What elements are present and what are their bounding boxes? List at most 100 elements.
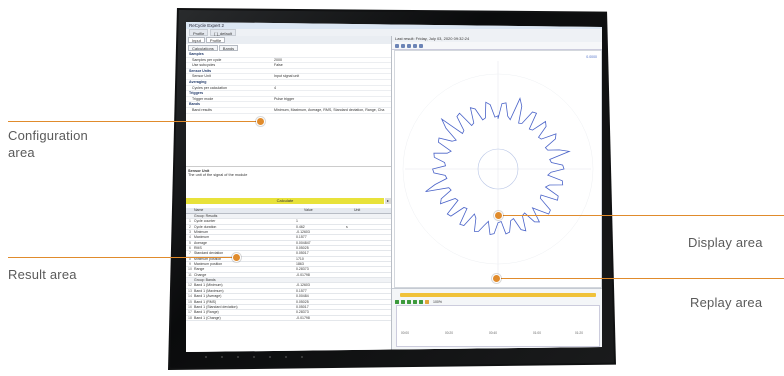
result-cell-nm: Group: Bands (194, 278, 216, 283)
config-key: Sensor Units (189, 68, 212, 73)
configuration-grid: Samples Samples per cycle 2000 Use subcycle… (186, 52, 391, 152)
result-cell-un (346, 273, 391, 277)
polar-display[interactable]: 0.0000 (394, 50, 602, 288)
result-cell-nm: Band 1 (Minimum) (194, 283, 223, 288)
replay-progress-bar[interactable] (400, 293, 596, 297)
result-cell-nm: Standard deviation (194, 251, 224, 256)
config-value[interactable] (271, 69, 391, 74)
result-cell-vl: 1710 (296, 256, 304, 261)
result-cell-vl: 1 (296, 219, 298, 224)
step-back-icon[interactable] (401, 300, 405, 304)
cursor-icon[interactable] (407, 43, 411, 48)
tab-bands[interactable]: Bands (218, 45, 239, 51)
step-forward-icon[interactable] (413, 300, 417, 304)
result-cell-vl: 0.28373 (296, 310, 309, 315)
col-name[interactable]: Name (186, 208, 304, 213)
config-value[interactable]: 2000 (274, 58, 391, 63)
config-row[interactable]: Band results Minimum, Maximum, Average, R… (186, 108, 391, 114)
result-cell-un (346, 241, 391, 245)
config-key: Samples (189, 52, 204, 56)
tab-calculations[interactable]: Calculations (188, 45, 218, 51)
result-cell-n: 14 (188, 294, 192, 299)
hint-text: The unit of the signal of the module (188, 173, 248, 177)
export-icon[interactable] (419, 43, 423, 48)
calculate-button[interactable]: Calculate (186, 198, 384, 204)
result-cell-n: 11 (188, 272, 192, 277)
timeline-tick: 01:20 (575, 331, 583, 335)
calculate-menu-button[interactable]: ▸ (385, 198, 391, 204)
config-value[interactable]: False (274, 63, 391, 68)
settings-icon[interactable] (413, 43, 417, 48)
config-key: Trigger mode (192, 96, 214, 101)
result-cell-un (346, 230, 391, 234)
play-icon[interactable] (407, 300, 411, 304)
config-value[interactable] (271, 91, 391, 96)
config-value[interactable] (271, 102, 391, 107)
result-cell-vl: 0.1577 (296, 235, 307, 240)
result-cell-nm: Maximum position (194, 262, 223, 267)
result-cell-un (346, 316, 391, 320)
result-cell-n: 15 (188, 299, 192, 304)
configuration-area-label: Configuration area (8, 127, 88, 161)
tab-input[interactable]: Input (188, 37, 205, 43)
timeline-tick: 00:40 (489, 331, 497, 335)
zoom-icon[interactable] (395, 43, 399, 48)
result-cell-vl: 0.05025 (296, 299, 309, 304)
config-key: Averaging (189, 79, 207, 84)
result-cell-un (346, 246, 391, 250)
menu-profile-name[interactable]: [ ]_default (210, 29, 236, 36)
config-value[interactable]: Input signal unit (274, 74, 391, 79)
display-corner-value: 0.0000 (586, 55, 597, 59)
config-key: Sensor Unit (192, 74, 211, 79)
last-frame-icon[interactable] (419, 300, 423, 304)
config-value[interactable]: Minimum, Maximum, Average, RMS, Standard… (274, 108, 391, 113)
result-cell-un (346, 289, 391, 293)
result-cell-un (346, 283, 391, 287)
result-cell-vl (296, 278, 346, 282)
tab-profile[interactable]: Profile (205, 37, 226, 43)
display-toolbar (392, 42, 602, 50)
config-value[interactable]: 4 (274, 86, 391, 91)
result-cell-nm: Cycle counter (194, 219, 216, 224)
config-value[interactable] (271, 52, 391, 57)
result-cell-un (346, 257, 391, 261)
config-value[interactable]: Pulse trigger (274, 97, 391, 102)
result-cell-un (346, 235, 391, 239)
sub-tabs: Calculations Bands (186, 44, 391, 52)
result-cell-nm: Maximum (194, 235, 210, 240)
replay-timeline[interactable]: 00:00 00:20 00:40 01:00 01:20 (396, 305, 600, 347)
result-cell-n: 10 (188, 267, 192, 272)
replay-area-label: Replay area (690, 295, 763, 310)
result-cell-vl: 0.05025 (296, 246, 309, 251)
display-marker (494, 211, 503, 220)
result-cell-vl (296, 214, 346, 218)
config-value[interactable] (271, 80, 391, 85)
right-pane: Last result: Friday, July 03, 2020 09:32… (392, 36, 602, 352)
result-cell-nm: Change (194, 272, 207, 277)
col-value[interactable]: Value (304, 208, 354, 213)
result-cell-nm: Band 1 (Standard deviation) (194, 304, 238, 309)
col-unit[interactable]: Unit (354, 208, 360, 213)
first-frame-icon[interactable] (395, 300, 399, 304)
result-cell-vl: 0.462 (296, 224, 305, 229)
result-cell-vl: 0.00484 (296, 294, 309, 299)
result-cell-n: 6 (189, 246, 191, 251)
result-cell-vl: -0.01798 (296, 315, 310, 320)
menu-profile[interactable]: Profile (189, 29, 209, 36)
result-cell-nm: Cycle duration (194, 224, 217, 229)
record-icon[interactable] (425, 300, 429, 304)
app-screen: ReCycle Expert 2 Profile [ ]_default Inp… (186, 22, 602, 352)
result-row[interactable]: 18 Band 1 (Change) -0.01798 (186, 316, 391, 321)
result-cell-un (346, 219, 391, 223)
result-cell-un (346, 262, 391, 266)
config-key: Samples per cycle (192, 57, 222, 62)
pan-icon[interactable] (401, 43, 405, 48)
config-key: Cycles per calculation (192, 85, 227, 90)
configuration-area-label-line2: area (8, 145, 35, 160)
result-leader-line (8, 257, 236, 258)
result-cell-vl: 0.28373 (296, 267, 309, 272)
result-cell-n: 5 (189, 240, 191, 245)
result-cell-nm: Band 1 (RMS) (194, 299, 217, 304)
result-cell-nm: Average (194, 240, 207, 245)
result-cell-n (186, 214, 194, 218)
